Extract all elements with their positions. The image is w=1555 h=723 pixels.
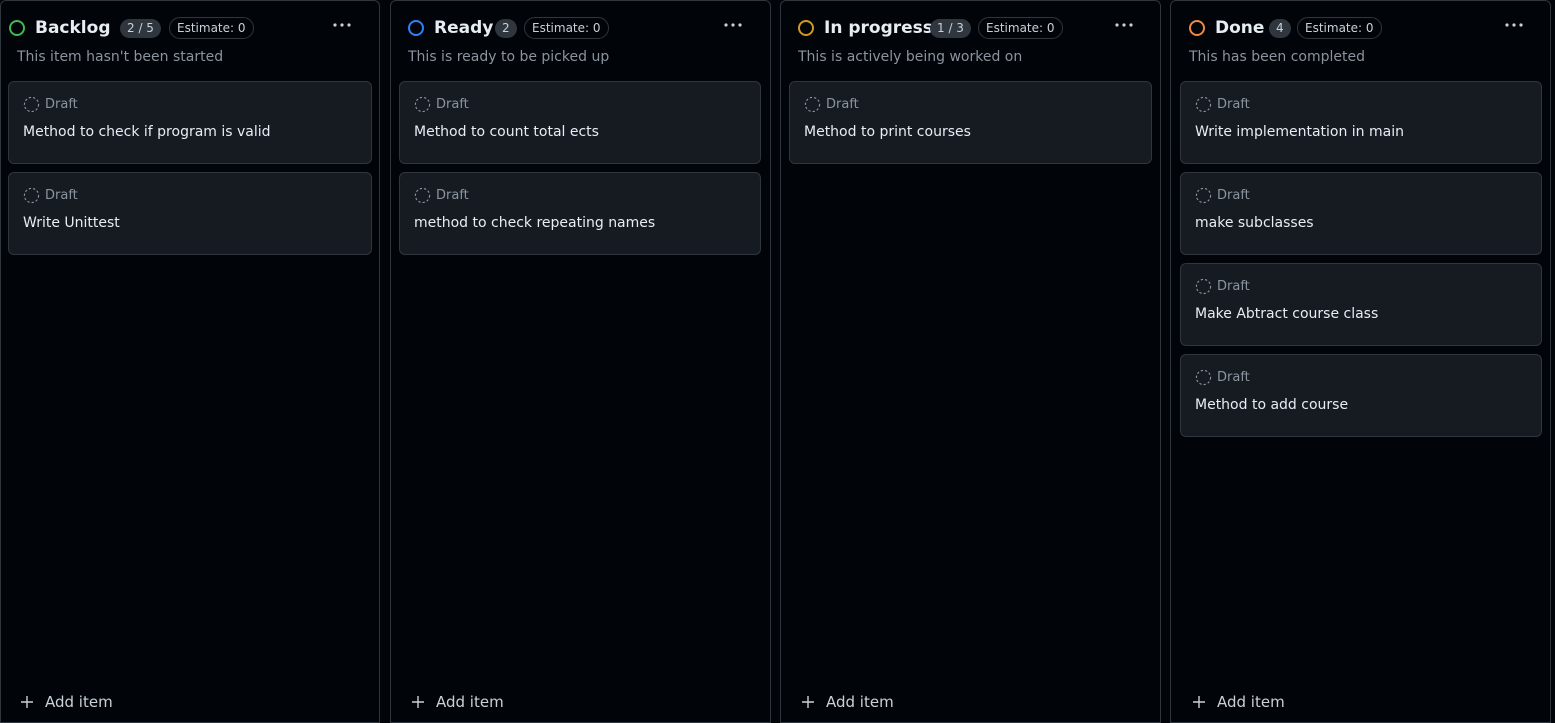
- estimate-badge: Estimate: 0: [1297, 17, 1382, 39]
- add-item-button[interactable]: Add item: [408, 689, 504, 715]
- item-count-badge: 1 / 3: [930, 19, 971, 38]
- kebab-menu-icon: [1505, 23, 1523, 27]
- item-count-badge: 2: [495, 19, 517, 38]
- add-item-label: Add item: [45, 693, 113, 711]
- kebab-menu-icon: [333, 23, 351, 27]
- item-card[interactable]: Draft Make Abtract course class: [1180, 263, 1542, 346]
- item-count-badge: 4: [1269, 19, 1291, 38]
- item-status-label: Draft: [1217, 97, 1250, 112]
- status-circle-icon: [9, 20, 25, 36]
- card-list: Draft Write implementation in main Draft…: [1180, 81, 1542, 445]
- item-card[interactable]: Draft Method to print courses: [789, 81, 1152, 164]
- card-list: Draft Method to count total ects Draft m…: [399, 81, 761, 263]
- status-circle-icon: [408, 20, 424, 36]
- item-card[interactable]: Draft Method to check if program is vali…: [8, 81, 372, 164]
- add-item-label: Add item: [436, 693, 504, 711]
- item-status-label: Draft: [436, 97, 469, 112]
- draft-icon: [414, 96, 431, 113]
- item-card[interactable]: Draft method to check repeating names: [399, 172, 761, 255]
- add-item-label: Add item: [826, 693, 894, 711]
- item-status-label: Draft: [826, 97, 859, 112]
- column-title: Ready: [434, 18, 494, 38]
- add-item-button[interactable]: Add item: [1189, 689, 1285, 715]
- status-circle-icon: [1189, 20, 1205, 36]
- item-card[interactable]: Draft Method to count total ects: [399, 81, 761, 164]
- column-title: Backlog: [35, 18, 111, 38]
- item-title[interactable]: Write Unittest: [23, 213, 120, 233]
- draft-icon: [1195, 96, 1212, 113]
- column-description: This item hasn't been started: [17, 49, 224, 65]
- item-count-badge: 2 / 5: [120, 19, 161, 38]
- column-in-progress: In progress 1 / 3 Estimate: 0 This is ac…: [780, 0, 1161, 723]
- item-title[interactable]: make subclasses: [1195, 213, 1314, 233]
- kebab-menu-icon: [724, 23, 742, 27]
- item-card[interactable]: Draft Write Unittest: [8, 172, 372, 255]
- item-status-label: Draft: [1217, 370, 1250, 385]
- plus-icon: [21, 696, 33, 708]
- item-status-label: Draft: [45, 97, 78, 112]
- add-item-button[interactable]: Add item: [17, 689, 113, 715]
- draft-icon: [1195, 369, 1212, 386]
- column-description: This is actively being worked on: [798, 49, 1023, 65]
- draft-icon: [1195, 187, 1212, 204]
- column-header: Backlog 2 / 5 Estimate: 0 This item hasn…: [1, 1, 379, 77]
- item-status-label: Draft: [1217, 279, 1250, 294]
- estimate-badge: Estimate: 0: [169, 17, 254, 39]
- column-done: Done 4 Estimate: 0 This has been complet…: [1170, 0, 1551, 723]
- column-description: This has been completed: [1189, 49, 1365, 65]
- project-board: Backlog 2 / 5 Estimate: 0 This item hasn…: [0, 0, 1555, 723]
- item-title[interactable]: Write implementation in main: [1195, 122, 1404, 142]
- draft-icon: [23, 96, 40, 113]
- draft-icon: [23, 187, 40, 204]
- item-title[interactable]: Method to add course: [1195, 395, 1348, 415]
- item-title[interactable]: method to check repeating names: [414, 213, 655, 233]
- column-menu-button[interactable]: [1500, 13, 1528, 37]
- item-status-label: Draft: [1217, 188, 1250, 203]
- column-ready: Ready 2 Estimate: 0 This is ready to be …: [390, 0, 771, 723]
- item-title[interactable]: Method to count total ects: [414, 122, 599, 142]
- plus-icon: [412, 696, 424, 708]
- column-description: This is ready to be picked up: [408, 49, 610, 65]
- column-header: Done 4 Estimate: 0 This has been complet…: [1171, 1, 1550, 77]
- item-title[interactable]: Make Abtract course class: [1195, 304, 1378, 324]
- draft-icon: [1195, 278, 1212, 295]
- kebab-menu-icon: [1115, 23, 1133, 27]
- plus-icon: [1193, 696, 1205, 708]
- item-title[interactable]: Method to print courses: [804, 122, 971, 142]
- estimate-badge: Estimate: 0: [524, 17, 609, 39]
- column-title: In progress: [824, 18, 933, 38]
- card-list: Draft Method to print courses: [789, 81, 1152, 172]
- item-card[interactable]: Draft Write implementation in main: [1180, 81, 1542, 164]
- column-header: Ready 2 Estimate: 0 This is ready to be …: [391, 1, 770, 77]
- column-title: Done: [1215, 18, 1265, 38]
- status-circle-icon: [798, 20, 814, 36]
- item-title[interactable]: Method to check if program is valid: [23, 122, 271, 142]
- add-item-label: Add item: [1217, 693, 1285, 711]
- column-menu-button[interactable]: [1110, 13, 1138, 37]
- estimate-badge: Estimate: 0: [978, 17, 1063, 39]
- item-card[interactable]: Draft Method to add course: [1180, 354, 1542, 437]
- add-item-button[interactable]: Add item: [798, 689, 894, 715]
- draft-icon: [804, 96, 821, 113]
- column-header: In progress 1 / 3 Estimate: 0 This is ac…: [781, 1, 1160, 77]
- plus-icon: [802, 696, 814, 708]
- column-menu-button[interactable]: [328, 13, 356, 37]
- item-status-label: Draft: [436, 188, 469, 203]
- column-menu-button[interactable]: [719, 13, 747, 37]
- item-card[interactable]: Draft make subclasses: [1180, 172, 1542, 255]
- column-backlog: Backlog 2 / 5 Estimate: 0 This item hasn…: [0, 0, 380, 723]
- card-list: Draft Method to check if program is vali…: [8, 81, 372, 263]
- draft-icon: [414, 187, 431, 204]
- item-status-label: Draft: [45, 188, 78, 203]
